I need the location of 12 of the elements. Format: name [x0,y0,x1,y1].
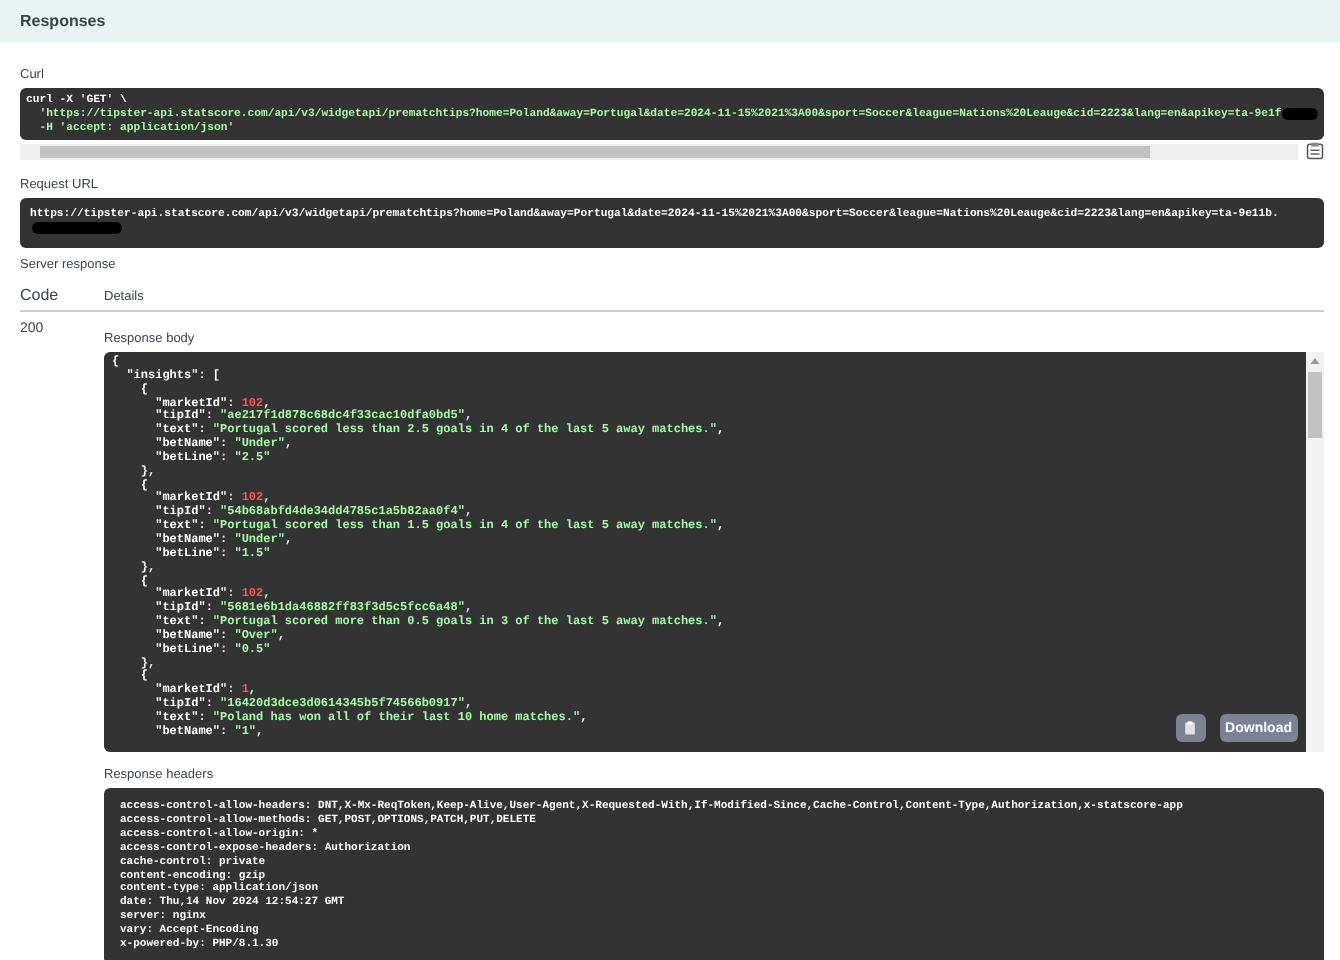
section-title: Responses [20,12,106,30]
redaction-mark [32,222,122,234]
scrollbar-thumb[interactable] [1308,372,1322,438]
copy-button[interactable] [1175,714,1206,742]
scroll-up-icon[interactable] [1310,358,1320,364]
clipboard-icon [1184,720,1197,736]
copy-icon[interactable] [1306,142,1324,160]
vertical-scrollbar[interactable] [1306,352,1324,752]
horizontal-scrollbar[interactable] [20,143,1298,159]
scrollbar-thumb[interactable] [40,145,1150,157]
column-header: Code [20,286,61,304]
redaction-mark [1281,107,1318,119]
